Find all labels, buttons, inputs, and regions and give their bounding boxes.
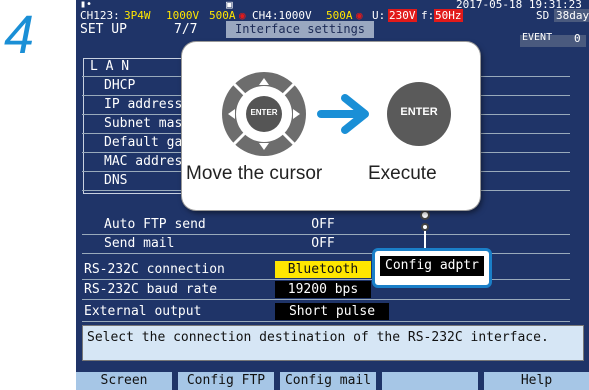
page-indicator: 7/7 — [174, 22, 198, 37]
rs232c-baud-select[interactable]: 19200 bps — [275, 281, 371, 298]
fkey-help[interactable]: Help — [484, 372, 589, 390]
lan-item-label: MAC address — [104, 154, 191, 169]
external-output-label: External output — [84, 304, 202, 319]
auto-ftp-row[interactable]: Auto FTP send OFF — [82, 216, 570, 235]
keypad-enter-label: ENTER — [250, 108, 278, 117]
rs232c-connection-label: RS-232C connection — [84, 262, 225, 277]
lan-item-label: IP address — [104, 97, 183, 112]
lan-item-label: DNS — [104, 173, 128, 188]
u-value: 230V — [388, 9, 417, 22]
fkey-screen[interactable]: Screen — [76, 372, 172, 390]
caption-execute: Execute — [368, 163, 437, 184]
rs232c-baud-label: RS-232C baud rate — [84, 282, 218, 297]
enter-key-label: ENTER — [400, 106, 438, 118]
send-mail-value[interactable]: OFF — [275, 235, 371, 252]
page-title: Interface settings — [226, 21, 374, 38]
event-label: EVENT — [522, 32, 553, 43]
right-arrow-icon — [317, 94, 369, 134]
event-count: 0 — [574, 32, 581, 45]
fkey-config-mail[interactable]: Config mail — [280, 372, 376, 390]
rs232c-connection-row[interactable]: RS-232C connection Bluetooth — [82, 261, 570, 280]
external-output-select[interactable]: Short pulse — [275, 303, 389, 320]
fkey-config-ftp[interactable]: Config FTP — [178, 372, 274, 390]
lan-item-label: DHCP — [104, 78, 136, 93]
sd-label: SD — [536, 9, 550, 22]
wiring-value: 3P4W — [124, 9, 151, 22]
auto-ftp-value[interactable]: OFF — [275, 216, 371, 233]
f-label: f: — [421, 9, 435, 22]
external-output-row[interactable]: External output Short pulse — [82, 303, 570, 322]
help-message: Select the connection destination of the… — [82, 325, 584, 361]
step-number: 4 — [4, 5, 35, 65]
mode-label: SET UP — [80, 22, 127, 37]
rs232c-connection-select[interactable]: Bluetooth — [275, 261, 371, 278]
fkey-empty[interactable] — [382, 372, 478, 390]
rs232c-baud-row[interactable]: RS-232C baud rate 19200 bps — [82, 281, 570, 300]
sd-days: 38days — [554, 9, 589, 22]
function-key-bar: Screen Config FTP Config mail Help — [76, 372, 589, 390]
send-mail-row[interactable]: Send mail OFF — [82, 235, 570, 254]
event-box: EVENT 0 — [520, 32, 586, 47]
caption-move-cursor: Move the cursor — [186, 163, 323, 184]
status-bar: ▮• ▣ CH123: 3P4W 1000V 500A ◉ CH4:1000V … — [76, 0, 589, 22]
lan-title: L A N — [90, 59, 130, 74]
voltage-range: 1000V — [166, 9, 200, 22]
lan-item-label: Subnet mask — [104, 116, 191, 131]
auto-ftp-label: Auto FTP send — [104, 217, 206, 232]
send-mail-label: Send mail — [104, 236, 175, 251]
instruction-popup: ENTER ENTER Move the cursor Execute — [182, 42, 480, 210]
config-adapter-button[interactable]: Config adptr — [380, 256, 484, 276]
ch123-label: CH123: — [80, 9, 120, 22]
